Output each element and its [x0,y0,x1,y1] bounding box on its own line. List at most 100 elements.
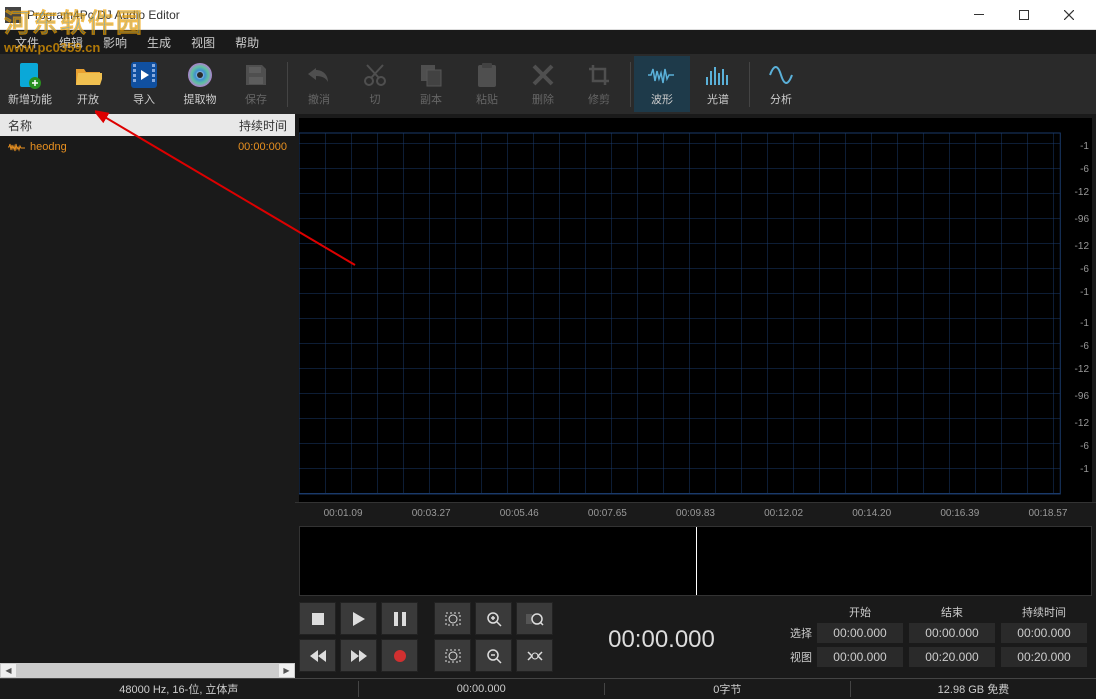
crop-icon [585,61,613,89]
select-start[interactable]: 00:00.000 [816,622,904,644]
analyze-icon [767,61,795,89]
list-item[interactable]: heodng 00:00:000 [0,136,295,158]
minimize-button[interactable] [956,1,1001,29]
header-start: 开始 [816,604,904,620]
menu-help[interactable]: 帮助 [225,32,269,53]
status-format: 48000 Hz, 16-位, 立体声 [0,681,359,697]
open-button[interactable]: 开放 [60,56,116,112]
playhead-marker[interactable] [696,527,697,595]
window-title: Program4Pc DJ Audio Editor [27,8,956,22]
status-size: 0字节 [605,681,851,697]
titlebar: Program4Pc DJ Audio Editor [0,0,1096,30]
timeline-ruler[interactable]: 00:01.09 00:03.27 00:05.46 00:07.65 00:0… [295,502,1096,524]
extract-button[interactable]: 提取物 [172,56,228,112]
toolbar-separator [749,62,750,107]
menu-effects[interactable]: 影响 [93,32,137,53]
menu-file[interactable]: 文件 [5,32,49,53]
delete-button: 删除 [515,56,571,112]
copy-label: 副本 [420,91,442,107]
column-name[interactable]: 名称 [8,117,239,134]
undo-icon [305,61,333,89]
new-label: 新增功能 [8,91,52,107]
cut-label: 切 [370,91,381,107]
rewind-button[interactable] [299,639,336,672]
new-button[interactable]: 新增功能 [0,56,60,112]
waveform-view-button[interactable]: 波形 [634,56,690,112]
time-display: 00:00.000 [563,602,760,678]
editor-area: -1 -6 -12 -96 -12 -6 -1 -1 -6 -12 -96 -1… [295,114,1096,678]
range-panel: 开始 结束 持续时间 选择 00:00.000 00:00.000 00:00.… [770,602,1088,678]
statusbar: 48000 Hz, 16-位, 立体声 00:00.000 0字节 12.98 … [0,678,1096,699]
zoom-selection-button[interactable] [516,602,553,635]
sidebar-header: 名称 持续时间 [0,114,295,136]
zoom-out-button[interactable] [475,639,512,672]
cut-button: 切 [347,56,403,112]
status-disk: 12.98 GB 免费 [851,681,1096,697]
file-plus-icon [16,61,44,89]
forward-button[interactable] [340,639,377,672]
delete-icon [529,61,557,89]
film-play-icon [130,61,158,89]
scroll-right-button[interactable]: ▶ [278,663,295,678]
toolbar: 新增功能 开放 导入 提取物 保存 撤消 切 副本 粘贴 删除 修剪 [0,54,1096,114]
trim-button: 修剪 [571,56,627,112]
sidebar: 名称 持续时间 heodng 00:00:000 ◀ ▶ [0,114,295,678]
header-end: 结束 [908,604,996,620]
close-button[interactable] [1046,1,1091,29]
header-duration: 持续时间 [1000,604,1088,620]
stop-button[interactable] [299,602,336,635]
column-duration[interactable]: 持续时间 [239,117,287,134]
folder-open-icon [74,61,102,89]
menu-generate[interactable]: 生成 [137,32,181,53]
toolbar-separator [630,62,631,107]
menu-view[interactable]: 视图 [181,32,225,53]
spectrum-view-button[interactable]: 光谱 [690,56,746,112]
item-duration: 00:00:000 [238,141,287,153]
analyze-button[interactable]: 分析 [753,56,809,112]
floppy-icon [242,61,270,89]
zoom-toggle-button[interactable] [516,639,553,672]
paste-button: 粘贴 [459,56,515,112]
waveform-display[interactable]: -1 -6 -12 -96 -12 -6 -1 -1 -6 -12 -96 -1… [299,118,1092,502]
select-end[interactable]: 00:00.000 [908,622,996,644]
scroll-thumb[interactable] [17,663,278,678]
menu-edit[interactable]: 编辑 [49,32,93,53]
save-label: 保存 [245,91,267,107]
import-button[interactable]: 导入 [116,56,172,112]
app-icon [5,7,21,23]
open-label: 开放 [77,91,99,107]
view-end[interactable]: 00:20.000 [908,646,996,668]
trim-label: 修剪 [588,91,610,107]
status-position: 00:00.000 [359,683,605,695]
clipboard-icon [473,61,501,89]
select-label: 选择 [770,625,812,641]
maximize-button[interactable] [1001,1,1046,29]
undo-button: 撤消 [291,56,347,112]
transport-panel: 00:00.000 开始 结束 持续时间 选择 00:00.000 00:00.… [295,598,1096,678]
paste-label: 粘贴 [476,91,498,107]
zoom-fit-v-button[interactable] [434,639,471,672]
record-button[interactable] [381,639,418,672]
view-start[interactable]: 00:00.000 [816,646,904,668]
scroll-left-button[interactable]: ◀ [0,663,17,678]
pause-button[interactable] [381,602,418,635]
view-duration[interactable]: 00:20.000 [1000,646,1088,668]
overview-waveform[interactable] [299,526,1092,596]
save-button: 保存 [228,56,284,112]
zoom-fit-button[interactable] [434,602,471,635]
play-button[interactable] [340,602,377,635]
zoom-in-button[interactable] [475,602,512,635]
view-label: 视图 [770,649,812,665]
spectrum-icon [704,61,732,89]
horizontal-scrollbar[interactable]: ◀ ▶ [0,663,295,678]
level-ruler: -1 -6 -12 -96 -12 -6 -1 -1 -6 -12 -96 -1… [1062,118,1092,502]
copy-button: 副本 [403,56,459,112]
delete-label: 删除 [532,91,554,107]
toolbar-separator [287,62,288,107]
copy-icon [417,61,445,89]
analyze-label: 分析 [770,91,792,107]
select-duration[interactable]: 00:00.000 [1000,622,1088,644]
undo-label: 撤消 [308,91,330,107]
import-label: 导入 [133,91,155,107]
menubar: 文件 编辑 影响 生成 视图 帮助 [0,30,1096,54]
